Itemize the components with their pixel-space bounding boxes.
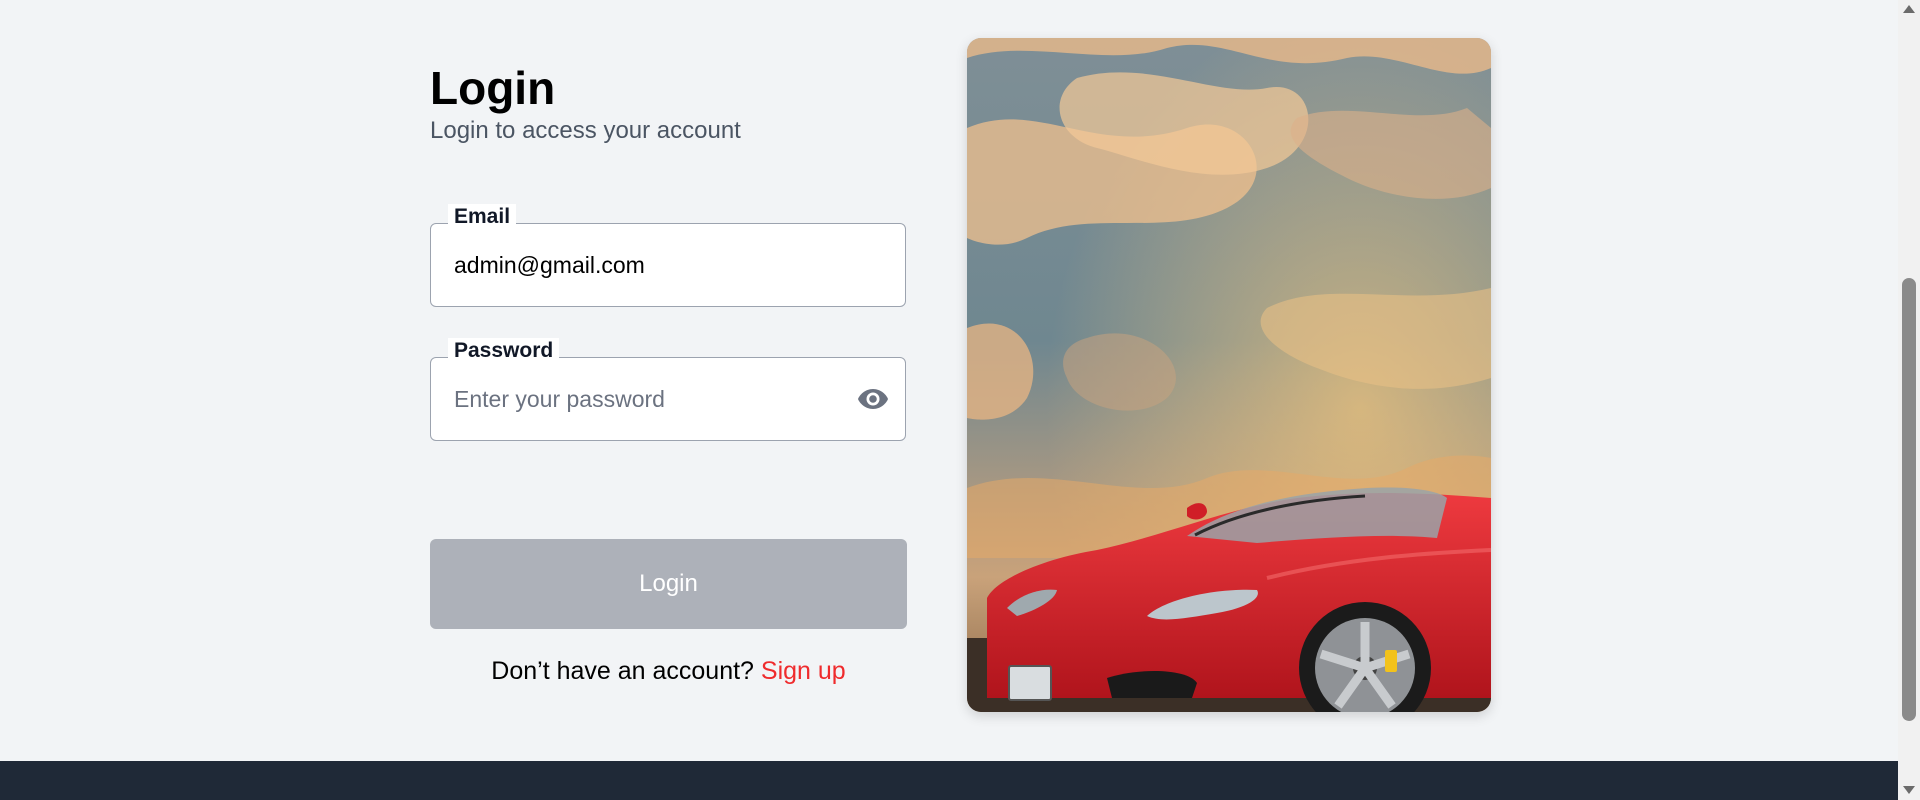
password-input[interactable] (454, 380, 854, 418)
signup-prompt: Don’t have an account? Sign up (430, 656, 907, 686)
vertical-scrollbar[interactable] (1898, 0, 1920, 800)
email-label: Email (448, 204, 517, 230)
password-label: Password (448, 338, 560, 364)
scroll-up-icon[interactable] (1903, 5, 1915, 13)
eye-icon[interactable] (857, 386, 889, 412)
signup-link[interactable]: Sign up (761, 657, 846, 685)
email-field-container: Email (430, 204, 906, 307)
login-form: Login Login to access your account Email… (430, 60, 908, 685)
signup-prompt-text: Don’t have an account? (491, 657, 754, 685)
page: Login Login to access your account Email… (0, 0, 1898, 800)
page-title: Login (430, 62, 556, 114)
scrollbar-thumb[interactable] (1902, 278, 1916, 721)
scroll-down-icon[interactable] (1903, 786, 1915, 794)
login-button[interactable]: Login (430, 539, 907, 629)
hero-image (967, 38, 1491, 712)
page-footer (0, 761, 1898, 800)
page-subtitle: Login to access your account (430, 117, 741, 144)
email-input[interactable] (454, 246, 854, 284)
password-field-container: Password (430, 338, 906, 441)
